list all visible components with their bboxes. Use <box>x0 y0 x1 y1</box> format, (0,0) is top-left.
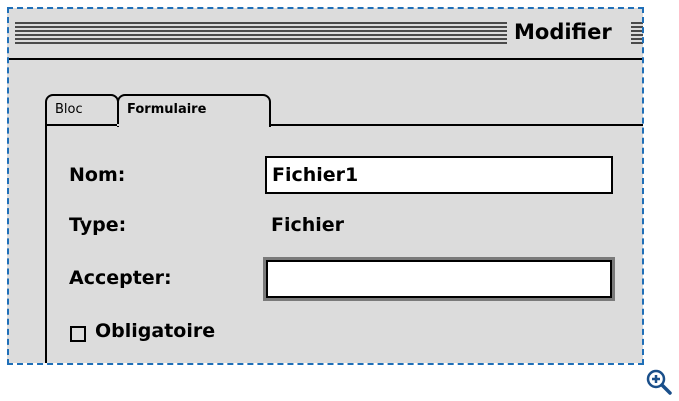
tab-formulaire-label: Formulaire <box>127 102 207 117</box>
required-checkbox[interactable] <box>70 326 86 342</box>
name-label: Nom: <box>69 164 126 186</box>
name-field-value: Fichier1 <box>272 164 359 186</box>
selection-border-left <box>7 7 9 365</box>
tab-bloc-label: Bloc <box>55 102 83 117</box>
title-bar-stripes <box>15 22 507 44</box>
accept-label: Accepter: <box>69 267 172 289</box>
selection-border-bottom <box>7 363 644 365</box>
type-value: Fichier <box>271 214 345 236</box>
selection-border-right <box>642 7 644 365</box>
accept-field[interactable] <box>263 257 615 301</box>
title-bar[interactable]: Modifier <box>7 8 643 60</box>
window: Modifier Bloc Formulaire Nom: Fichier1 T… <box>7 8 643 363</box>
type-label: Type: <box>69 214 127 236</box>
required-label[interactable]: Obligatoire <box>95 320 215 342</box>
tab-strip: Bloc Formulaire <box>45 94 643 127</box>
name-field[interactable]: Fichier1 <box>265 156 613 194</box>
tab-bloc[interactable]: Bloc <box>45 94 119 124</box>
selection-border-top <box>7 7 644 9</box>
tab-formulaire[interactable]: Formulaire <box>117 94 271 127</box>
window-title: Modifier <box>508 18 616 46</box>
tab-panel-gap <box>117 124 233 126</box>
zoom-in-icon[interactable] <box>645 368 673 396</box>
